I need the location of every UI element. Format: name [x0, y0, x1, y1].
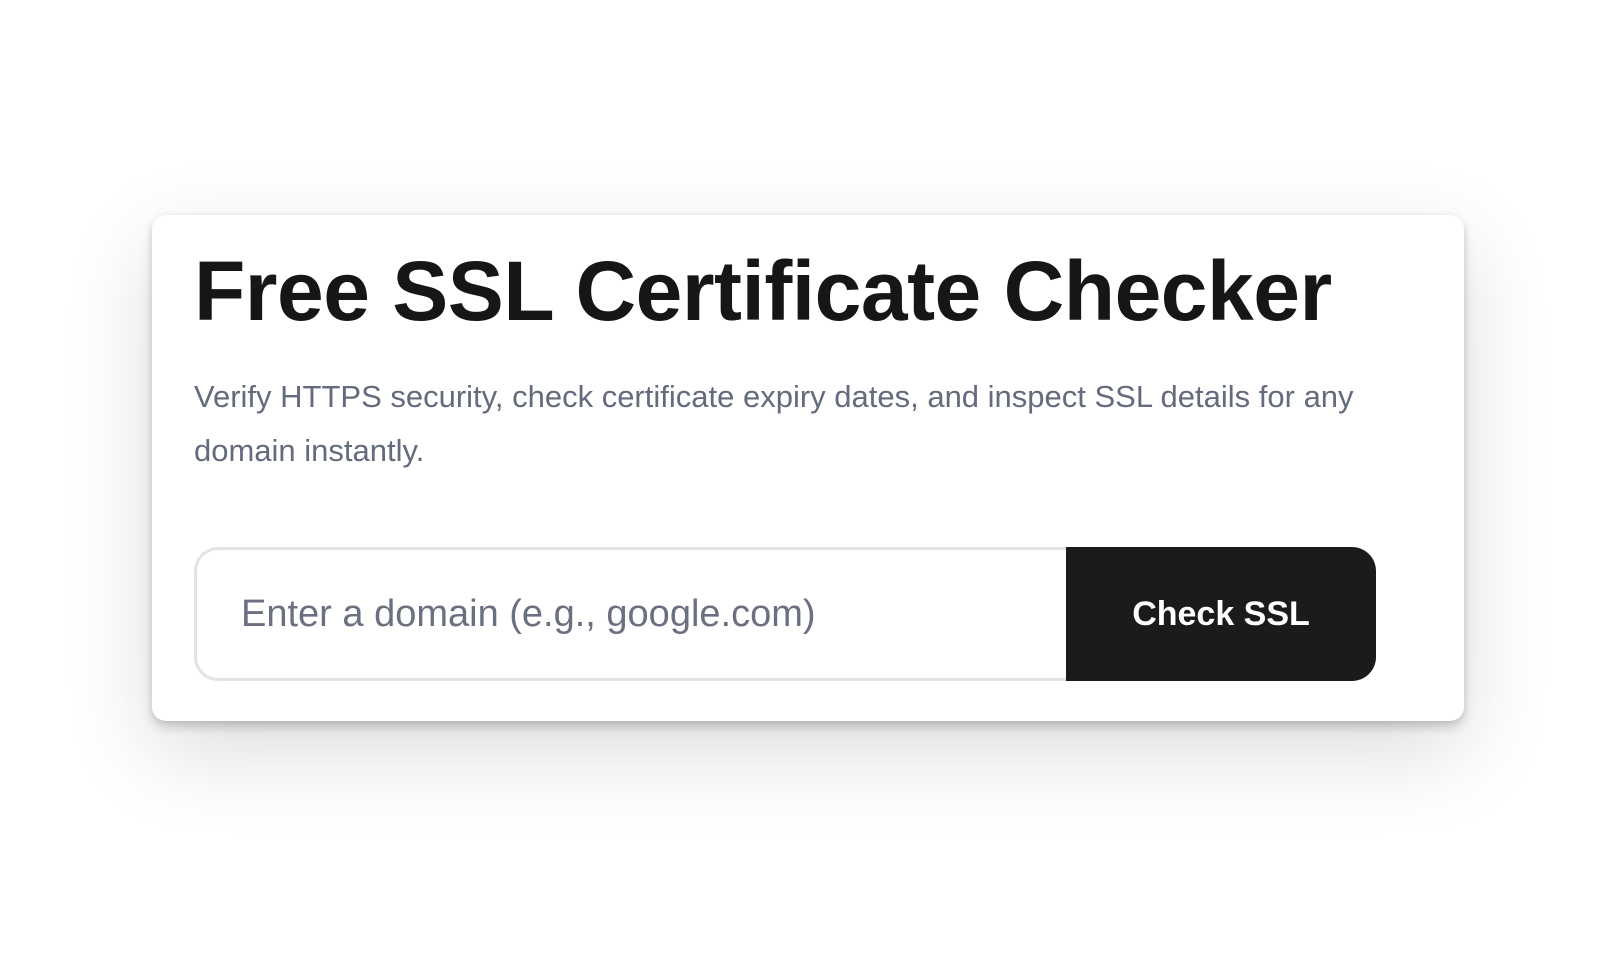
- page-subtitle: Verify HTTPS security, check certificate…: [194, 379, 1354, 468]
- ssl-checker-card: Free SSL Certificate Checker Verify HTTP…: [152, 215, 1464, 721]
- domain-input[interactable]: [194, 547, 1066, 681]
- check-ssl-button[interactable]: Check SSL: [1066, 547, 1376, 681]
- page: Free SSL Certificate Checker Verify HTTP…: [0, 0, 1600, 957]
- page-title: Free SSL Certificate Checker: [194, 244, 1332, 338]
- domain-search-form: Check SSL: [194, 547, 1434, 681]
